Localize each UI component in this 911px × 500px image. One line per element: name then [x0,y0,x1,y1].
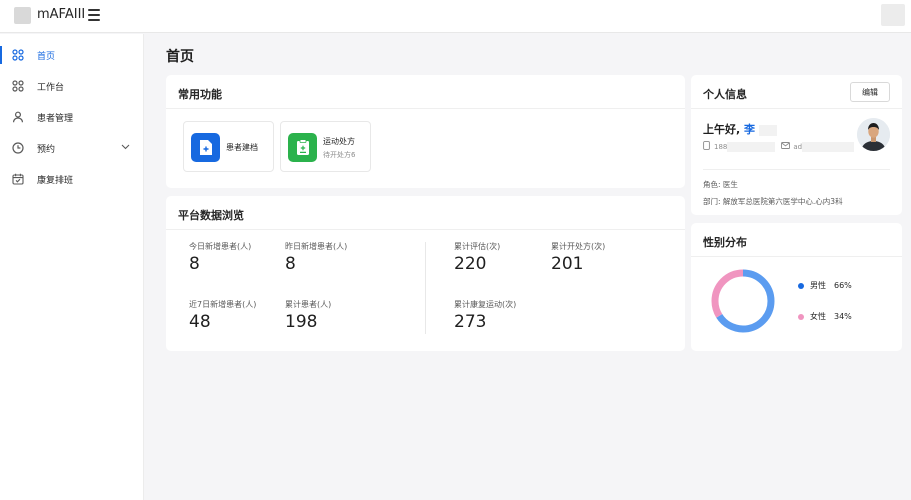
app-title: mAFAIII [37,7,86,22]
stat-value: 273 [454,312,487,332]
sidebar-item-workbench[interactable]: 工作台 [0,75,144,97]
stat-label: 昨日新增患者(人) [285,242,348,251]
sidebar-item-label: 预约 [37,144,56,155]
stat-value: 8 [189,254,200,274]
page-title: 首页 [166,49,194,65]
sidebar-item-label: 康复排班 [37,175,74,186]
legend-item-male: 男性 66% [798,280,852,291]
sidebar-item-label: 患者管理 [37,113,74,124]
edit-button[interactable]: 编辑 [850,82,890,102]
card-title: 平台数据浏览 [178,209,244,222]
legend-label: 女性 [810,312,826,321]
workbench-icon [12,80,24,92]
divider [425,242,426,334]
department-text: 部门: 解放军总医院第六医学中心.心内3科 [703,197,843,206]
sidebar-item-home[interactable]: 首页 [0,44,144,66]
pending-prescription-count: 待开处方6 [323,151,356,159]
stat-label: 累计康复运动(次) [454,300,517,309]
card-title: 常用功能 [178,88,222,101]
clipboard-icon [288,133,317,162]
exercise-prescription-button[interactable]: 运动处方 待开处方6 [280,121,371,172]
greeting-text: 上午好, [703,123,741,136]
legend-percent: 34% [834,312,852,321]
legend-dot [798,313,804,320]
common-functions-card: 常用功能 患者建档 运动处方 待开处方6 [166,75,685,188]
redacted-block [758,124,777,136]
contact-row: 188 ad [703,141,855,152]
sidebar-item-rehab-schedule[interactable]: 康复排班 [0,168,144,190]
phone-icon [703,141,710,152]
gender-donut-chart [711,269,775,333]
stat-value: 8 [285,254,296,274]
stat-value: 220 [454,254,487,274]
card-title: 个人信息 [703,88,747,101]
card-header: 平台数据浏览 [166,196,685,230]
platform-stats-card: 平台数据浏览 今日新增患者(人) 8 昨日新增患者(人) 8 近7日新增患者(人… [166,196,685,351]
card-header: 常用功能 [166,75,685,109]
sidebar-item-label: 首页 [37,51,56,62]
divider [703,169,890,170]
legend-item-female: 女性 34% [798,311,852,322]
calendar-icon [12,173,24,185]
card-header: 性别分布 [691,223,902,257]
hamburger-icon[interactable] [88,9,100,21]
stat-value: 198 [285,312,318,332]
sidebar-item-label: 工作台 [37,82,65,93]
gender-distribution-card: 性别分布 男性 66% 女性 34% [691,223,902,351]
chevron-down-icon[interactable] [121,143,130,153]
stat-value: 201 [551,254,584,274]
sidebar: 首页 工作台 患者管理 预约 康复排班 [0,34,144,500]
phone-number: 188 [714,142,728,151]
user-name: 李 [744,123,756,136]
stat-label: 近7日新增患者(人) [189,300,257,309]
legend-dot [798,282,804,289]
card-title: 性别分布 [703,236,747,249]
sidebar-item-patients[interactable]: 患者管理 [0,106,144,128]
top-header: mAFAIII [0,0,911,33]
add-file-icon [191,133,220,162]
user-avatar[interactable] [881,4,905,26]
clock-icon [12,142,24,154]
dashboard-icon [12,49,24,61]
email-address: ad [793,142,803,151]
stat-label: 累计评估(次) [454,242,501,251]
app-logo [14,7,31,24]
stat-label: 今日新增患者(人) [189,242,252,251]
sidebar-item-appointment[interactable]: 预约 [0,137,144,159]
stat-label: 累计开处方(次) [551,242,606,251]
email-icon [781,142,791,151]
legend-percent: 66% [834,281,852,290]
greeting: 上午好, 李 [703,121,777,137]
redacted-block [727,141,776,152]
profile-photo [857,118,890,151]
user-icon [12,111,24,123]
stat-label: 累计患者(人) [285,300,332,309]
card-header: 个人信息 编辑 [691,75,902,109]
role-text: 角色: 医生 [703,180,738,189]
profile-card: 个人信息 编辑 上午好, 李 188 ad 角色: 医生 部门: 解放军总医院第… [691,75,902,215]
function-label: 患者建档 [226,143,258,152]
function-label: 运动处方 [323,137,355,146]
patient-record-button[interactable]: 患者建档 [183,121,274,172]
stat-value: 48 [189,312,211,332]
redacted-block [802,141,855,152]
legend-label: 男性 [810,281,826,290]
